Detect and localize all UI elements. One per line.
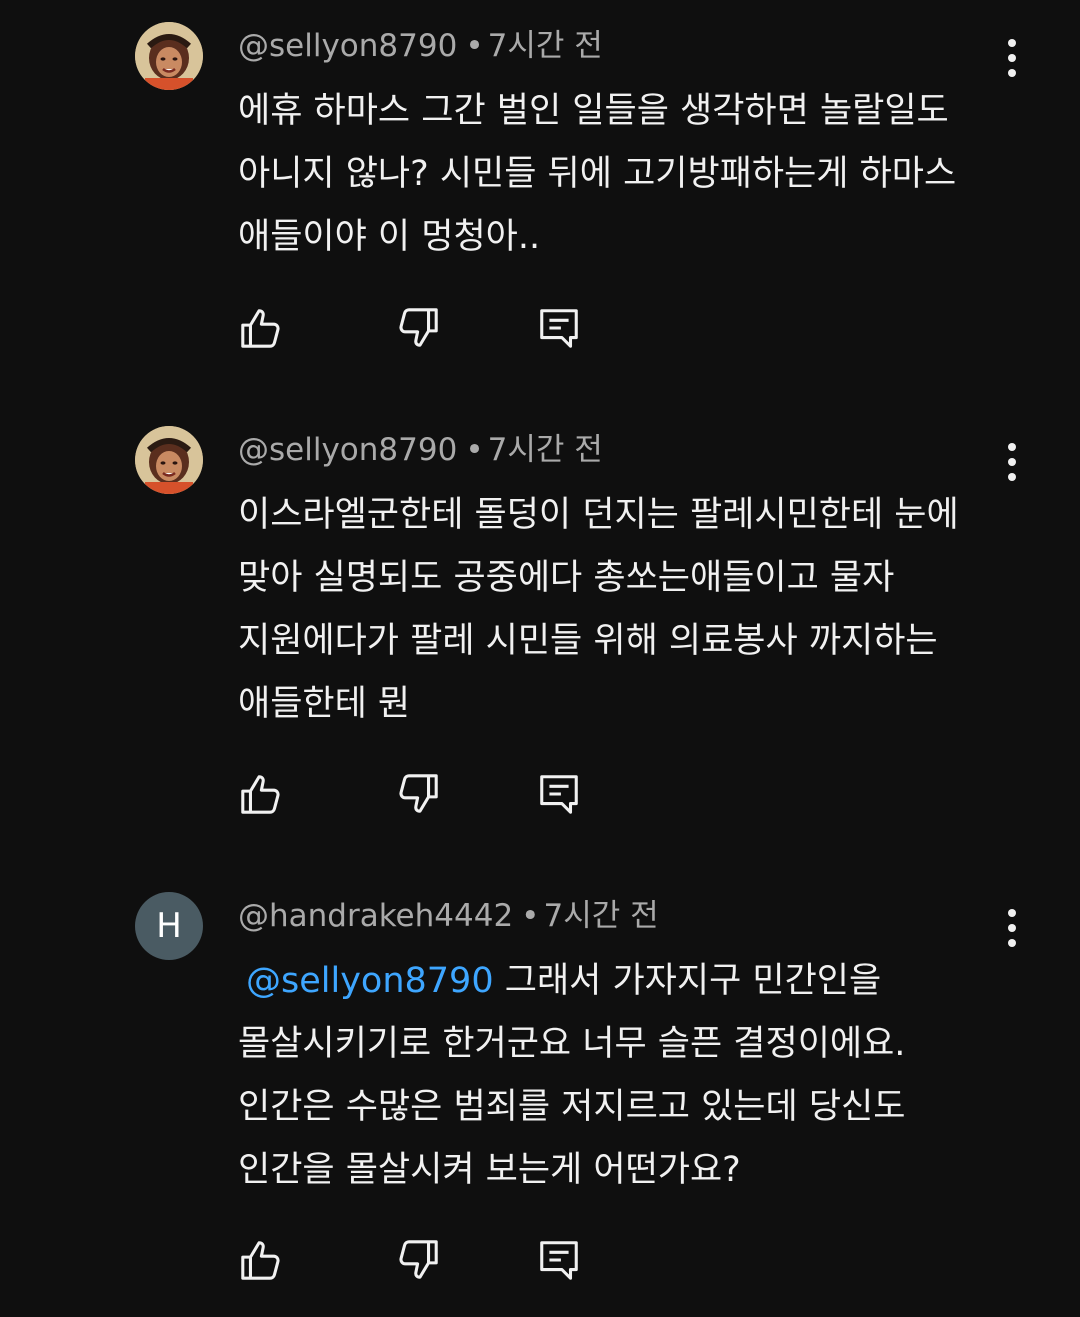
mention-link[interactable]: @sellyon8790 [246,961,494,1001]
thumbs-down-icon [399,1240,438,1279]
like-button[interactable] [238,1236,284,1284]
comment-actions [238,304,598,352]
comment-text-line: 이스라엘군한테 돌덩이 던지는 팔레시민한테 눈에 [238,495,959,535]
comment-text-segment: 그래서 가자지구 민간인을 [504,961,882,1001]
comment-text-line: 아니지 않나? 시민들 뒤에 고기방패하는게 하마스 [238,154,957,194]
more-vertical-icon [1008,39,1016,77]
comment-text-line: 인간은 수많은 범죄를 저지르고 있는데 당신도 [238,1087,906,1127]
thumbs-up-icon [241,1241,280,1280]
comment-text-line: 애들한테 뭔 [238,684,411,724]
comment-text-line: 인간을 몰살시켜 보는게 어떤가요? [238,1150,741,1190]
comment-text-line: 몰살시키기로 한거군요 너무 슬픈 결정이에요. [238,1024,906,1064]
avatar[interactable]: H [135,892,203,960]
profile-photo-icon [135,426,203,494]
like-button[interactable] [238,304,284,352]
comment-meta: @handrakeh4442 • 7시간 전 [238,896,659,936]
comment-actions [238,1236,598,1284]
dislike-button[interactable] [395,770,441,818]
reply-button[interactable] [536,770,582,818]
thumbs-up-icon [241,309,280,348]
thumbs-down-icon [399,308,438,347]
more-actions-button[interactable] [992,436,1032,488]
separator-dot: • [465,432,484,468]
comment-text: @sellyon8790 그래서 가자지구 민간인을 몰살시키기로 한거군요 너… [238,950,1028,1202]
comment-time[interactable]: 7시간 전 [488,28,603,64]
comment-time[interactable]: 7시간 전 [488,432,603,468]
like-button[interactable] [238,770,284,818]
profile-photo-icon [135,22,203,90]
reply-comment-icon [540,775,578,814]
comment-text-line: 애들이야 이 멍청아.. [238,217,541,257]
reply-comment-icon [540,1241,578,1280]
dislike-button[interactable] [395,304,441,352]
dislike-button[interactable] [395,1236,441,1284]
separator-dot: • [521,898,540,934]
separator-dot: • [465,28,484,64]
reply-comment-icon [540,309,578,348]
more-vertical-icon [1008,443,1016,481]
more-actions-button[interactable] [992,902,1032,954]
author-handle[interactable]: @sellyon8790 [238,432,457,468]
avatar[interactable] [135,426,203,494]
reply-button[interactable] [536,1236,582,1284]
comment-meta: @sellyon8790 • 7시간 전 [238,26,603,66]
comment-actions [238,770,598,818]
comment-text: 이스라엘군한테 돌덩이 던지는 팔레시민한테 눈에 맞아 실명되도 공중에다 총… [238,484,1028,736]
comment-text-line: @sellyon8790 그래서 가자지구 민간인을 [238,950,1028,1013]
author-handle[interactable]: @sellyon8790 [238,28,457,64]
author-handle[interactable]: @handrakeh4442 [238,898,513,934]
reply-button[interactable] [536,304,582,352]
comment-text-line: 에휴 하마스 그간 벌인 일들을 생각하면 놀랄일도 [238,91,949,131]
comment-meta: @sellyon8790 • 7시간 전 [238,430,603,470]
avatar-initial: H [156,906,182,946]
avatar[interactable] [135,22,203,90]
comment-time[interactable]: 7시간 전 [543,898,658,934]
thumbs-down-icon [399,774,438,813]
thumbs-up-icon [241,775,280,814]
comment-text-line: 맞아 실명되도 공중에다 총쏘는애들이고 물자 [238,558,895,598]
comment-text: 에휴 하마스 그간 벌인 일들을 생각하면 놀랄일도 아니지 않나? 시민들 뒤… [238,80,1028,269]
comment-text-line: 지원에다가 팔레 시민들 위해 의료봉사 까지하는 [238,621,938,661]
more-actions-button[interactable] [992,32,1032,84]
more-vertical-icon [1008,909,1016,947]
